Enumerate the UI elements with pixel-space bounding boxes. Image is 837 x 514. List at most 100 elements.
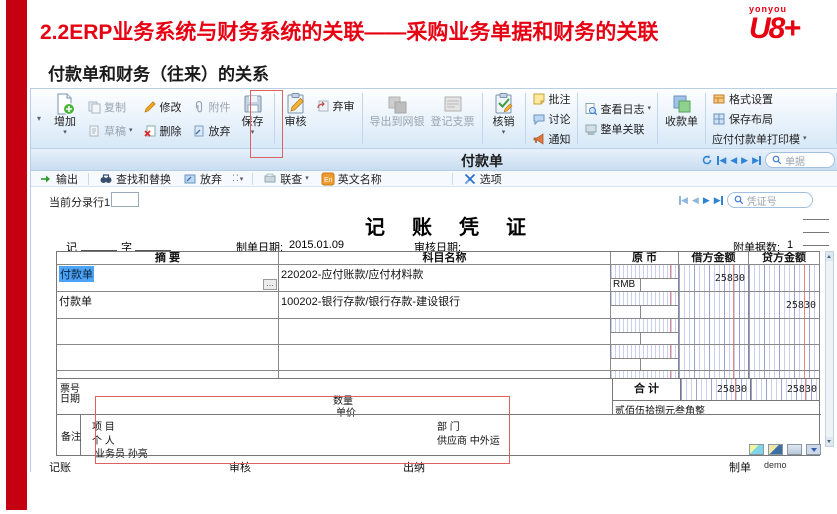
register-check-button[interactable]: 登记支票 — [428, 91, 478, 146]
selected-summary: 付款单 — [59, 266, 94, 282]
summary-cell[interactable] — [57, 371, 279, 379]
voucher-search-input[interactable]: 凭证号 — [727, 192, 813, 208]
account-cell[interactable]: 220202-应付账款/应付材料款 — [279, 265, 611, 292]
expand-tool-icon[interactable] — [806, 444, 821, 455]
doc-search-input[interactable]: 单据 — [765, 152, 835, 168]
voucher-last-button[interactable]: ▶ — [714, 195, 723, 205]
debit-cell[interactable] — [679, 292, 749, 319]
writeoff-button[interactable]: 核销 ▾ — [487, 91, 521, 146]
credit-cell[interactable] — [749, 319, 820, 345]
debit-cell[interactable] — [679, 319, 749, 345]
scroll-up-button[interactable] — [826, 252, 833, 261]
bookkeeper-label: 记账 — [49, 459, 71, 475]
currency-code — [611, 306, 641, 318]
left-red-bar — [6, 0, 27, 510]
toolbar-separator — [705, 93, 706, 144]
discard-label: 放弃 — [209, 123, 231, 139]
toolbar-separator — [362, 93, 363, 144]
delete-button[interactable]: 删除 — [140, 121, 185, 141]
audit-button[interactable]: 审核 — [279, 91, 313, 146]
project-label: 项 目 — [92, 418, 115, 433]
debit-cell[interactable] — [679, 371, 749, 379]
find-replace-label: 查找和替换 — [116, 171, 171, 187]
voucher-prev-button[interactable]: ◀ — [692, 195, 699, 205]
account-cell[interactable]: 100202-银行存款/银行存款-建设银行 — [279, 292, 611, 319]
credit-cell[interactable] — [749, 371, 820, 379]
annotate-button[interactable]: 批注 — [529, 90, 574, 108]
account-cell[interactable] — [279, 345, 611, 371]
link-whole-button[interactable]: 整单关联 — [581, 120, 655, 138]
ellipsis-button[interactable]: … — [263, 279, 277, 290]
picture-tool-icon[interactable] — [768, 444, 783, 455]
image-tool-icon[interactable] — [749, 444, 764, 455]
first-record-button[interactable]: ◀ — [717, 155, 726, 165]
refresh-icon[interactable] — [701, 154, 713, 166]
voucher-next-button[interactable]: ▶ — [703, 195, 710, 205]
english-name-label: 英文名称 — [338, 171, 382, 187]
vertical-scrollbar[interactable] — [825, 251, 834, 447]
next-record-button[interactable]: ▶ — [741, 155, 748, 165]
receipt-button[interactable]: 收款单 — [662, 91, 701, 146]
note-tool-icon[interactable] — [787, 444, 802, 455]
find-replace-button[interactable]: 查找和替换 — [97, 171, 173, 187]
export-bank-button[interactable]: 导出到网银 — [367, 91, 428, 146]
prev-record-button[interactable]: ◀ — [730, 155, 737, 165]
voucher-title: 记 账 凭 证 — [301, 211, 601, 240]
col-account: 科目名称 — [279, 252, 611, 265]
link-query-label: 联查 — [280, 171, 302, 187]
currency-cell[interactable] — [611, 319, 679, 345]
save-button[interactable]: 保存 ▾ — [236, 91, 270, 146]
print-template-button[interactable]: 应付付款单打印模▾ — [709, 130, 810, 148]
toolbar-separator — [525, 93, 526, 144]
edit-group: 增加 ▾ 复制 修改 附件 草稿▾ 删除 放弃 保存 ▾ — [45, 91, 273, 146]
summary-cell[interactable] — [57, 345, 279, 371]
save-layout-button[interactable]: 保存布局 — [709, 110, 810, 128]
options-button[interactable]: 选项 — [461, 171, 504, 187]
discard2-button[interactable]: 放弃 — [181, 171, 224, 187]
more-options-icon[interactable]: ⁚⁚▾ — [232, 173, 244, 184]
annotate-label: 批注 — [549, 91, 571, 107]
account-cell[interactable] — [279, 319, 611, 345]
summary-cell[interactable]: 付款单 … — [57, 265, 279, 292]
notify-button[interactable]: 通知 — [529, 130, 574, 148]
modify-button[interactable]: 修改 — [140, 97, 185, 117]
toolbar-overflow-arrow[interactable]: ▾ — [33, 114, 45, 123]
summary-cell[interactable] — [57, 319, 279, 345]
currency-cell[interactable] — [611, 345, 679, 371]
attachment-label: 附件 — [209, 99, 231, 115]
attachment-button[interactable]: 附件 — [189, 97, 234, 117]
link-whole-icon — [584, 122, 598, 136]
debit-cell[interactable] — [679, 345, 749, 371]
last-record-button[interactable]: ▶ — [752, 155, 761, 165]
debit-cell[interactable]: 25830 — [679, 265, 749, 292]
discard-button[interactable]: 放弃 — [189, 121, 234, 141]
doc-nav: ◀ ◀ ▶ ▶ 单据 — [701, 151, 835, 169]
credit-cell[interactable] — [749, 265, 820, 292]
edit-small-grid: 复制 修改 附件 草稿▾ 删除 放弃 — [82, 91, 236, 146]
view-log-button[interactable]: 查看日志▾ — [581, 100, 655, 118]
link-query-button[interactable]: 联查▾ — [261, 171, 311, 187]
add-button[interactable]: 增加 ▾ — [48, 91, 82, 146]
english-name-button[interactable]: En英文名称 — [319, 171, 384, 187]
receipt-icon — [670, 92, 694, 116]
amount-in-words: 贰佰伍拾捌元叁角整 — [612, 401, 821, 415]
scroll-down-button[interactable] — [826, 437, 833, 446]
currency-cell[interactable]: RMB — [611, 265, 679, 292]
unaudit-button[interactable]: 弃审 — [313, 97, 358, 115]
discuss-button[interactable]: 讨论 — [529, 110, 574, 128]
output-button[interactable]: 输出 — [37, 171, 80, 187]
currency-code: RMB — [611, 279, 641, 291]
format-settings-button[interactable]: 格式设置 — [709, 90, 810, 108]
credit-cell[interactable] — [749, 345, 820, 371]
current-entry-row-input[interactable] — [111, 192, 139, 207]
voucher-first-button[interactable]: ◀ — [679, 195, 688, 205]
currency-cell[interactable] — [611, 292, 679, 319]
salesman-value: 业务员 孙亮 — [95, 445, 148, 460]
copy-button[interactable]: 复制 — [84, 97, 136, 117]
currency-cell[interactable] — [611, 371, 679, 379]
credit-cell[interactable]: 25830 — [749, 292, 820, 319]
summary-cell[interactable]: 付款单 — [57, 292, 279, 319]
account-cell[interactable] — [279, 371, 611, 379]
col-currency: 原 币 — [611, 252, 679, 265]
draft-button[interactable]: 草稿▾ — [84, 121, 136, 141]
